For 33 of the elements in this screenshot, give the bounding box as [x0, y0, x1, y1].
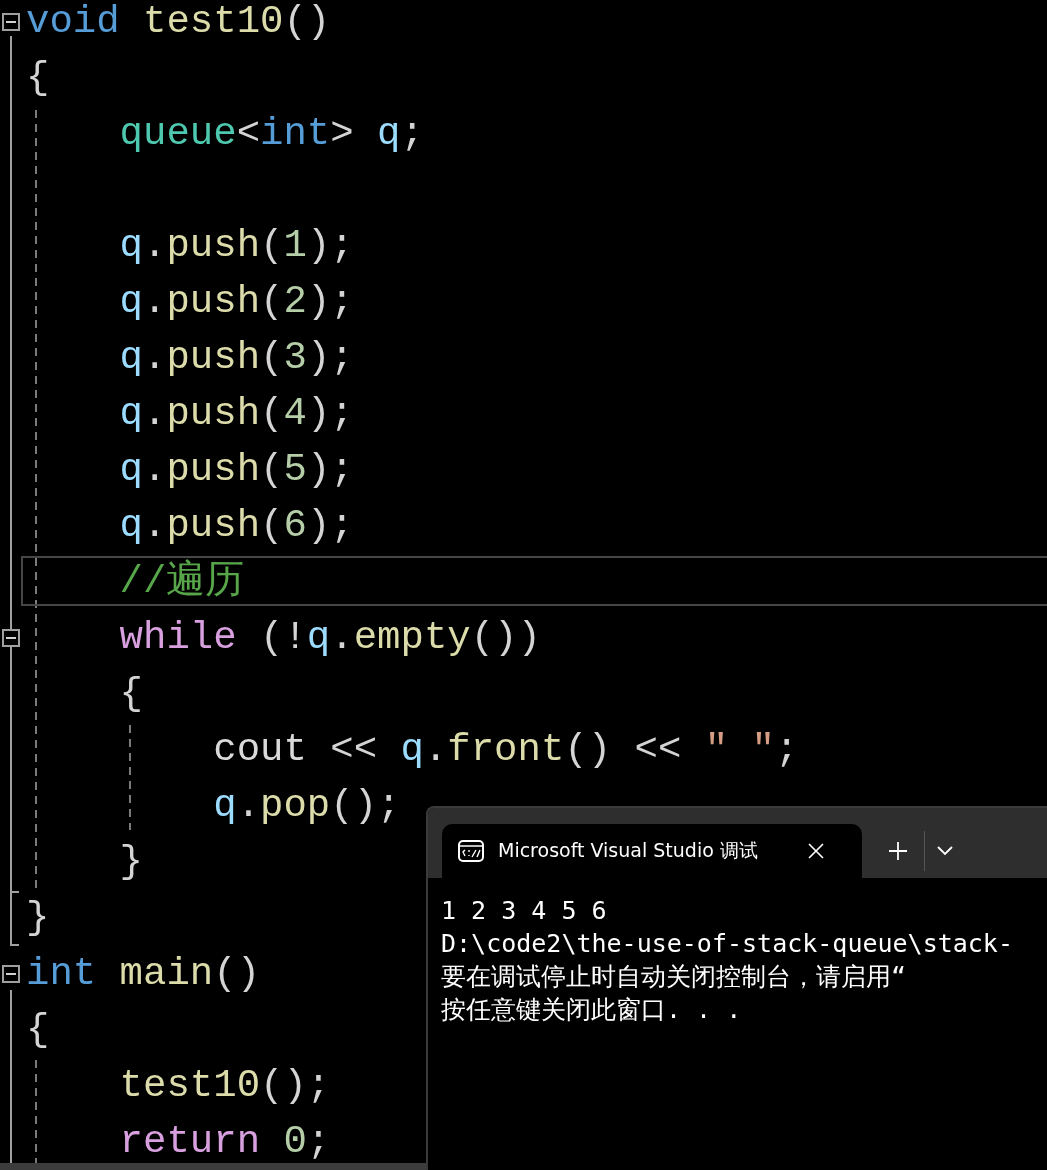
- tab-title: Microsoft Visual Studio 调试: [498, 838, 759, 863]
- code-line: q.pop();: [212, 786, 401, 826]
- code-line: q.push(4);: [118, 394, 354, 434]
- code-line: while (!q.empty()): [118, 618, 541, 658]
- code-line: q.push(1);: [118, 226, 354, 266]
- code-line: q.push(6);: [118, 506, 354, 546]
- close-icon[interactable]: [808, 843, 824, 859]
- collapse-icon[interactable]: [2, 965, 20, 983]
- code-line: cout << q.front() << " ";: [212, 730, 799, 770]
- code-line: {: [26, 58, 50, 98]
- code-line: q.push(3);: [118, 338, 354, 378]
- collapse-icon[interactable]: [2, 13, 20, 31]
- code-line: test10();: [118, 1066, 331, 1106]
- code-line: }: [118, 842, 144, 882]
- code-line: int main(): [26, 954, 261, 994]
- code-line: {: [26, 1010, 50, 1050]
- horizontal-scrollbar[interactable]: [0, 1163, 426, 1170]
- chevron-down-icon[interactable]: [937, 846, 953, 856]
- console-output-line: 1 2 3 4 5 6: [441, 895, 608, 927]
- code-line: {: [118, 674, 144, 714]
- code-line: queue<int> q;: [118, 114, 424, 154]
- console-output-line: D:\code2\the-use-of-stack-queue\stack-: [441, 928, 1014, 960]
- code-line: }: [26, 898, 50, 938]
- code-line: q.push(5);: [118, 450, 354, 490]
- console-output-line: 要在调试停止时自动关闭控制台，请启用“: [441, 961, 908, 993]
- terminal-icon: [458, 840, 484, 862]
- console-tab[interactable]: Microsoft Visual Studio 调试: [442, 824, 862, 878]
- add-tab-icon[interactable]: [888, 841, 908, 861]
- collapse-icon[interactable]: [2, 629, 20, 647]
- code-line: q.push(2);: [118, 282, 354, 322]
- code-line: return 0;: [118, 1122, 331, 1162]
- console-output-line: 按任意键关闭此窗口. . .: [441, 994, 743, 1026]
- code-line: void test10(): [26, 2, 331, 42]
